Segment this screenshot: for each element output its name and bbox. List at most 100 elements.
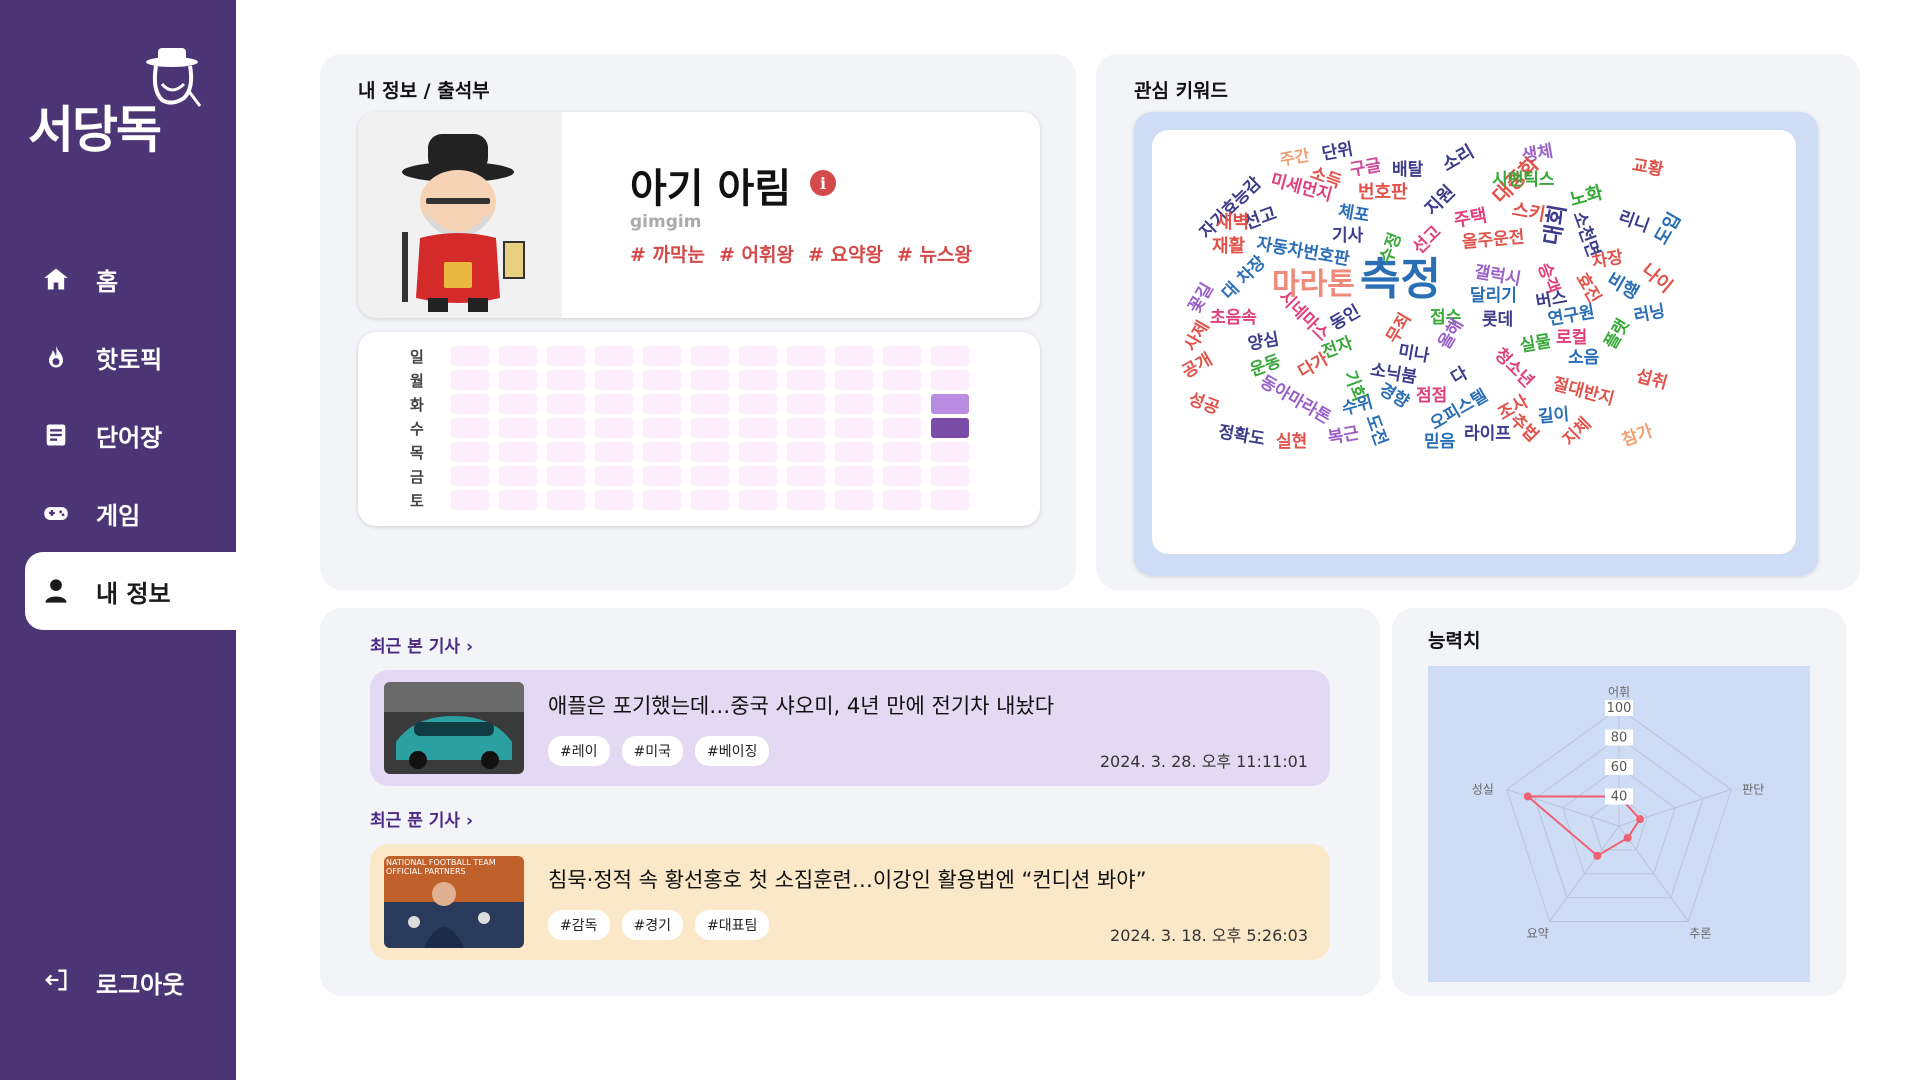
attendance-cell bbox=[787, 418, 825, 438]
attendance-cell bbox=[787, 490, 825, 510]
keyword-word: 교황 bbox=[1630, 155, 1665, 181]
radar-chart-svg: 40 60 80 100 어휘판단추론 요약 성실 bbox=[1472, 685, 1765, 940]
article-tag[interactable]: #경기 bbox=[621, 910, 683, 940]
profile-summary: 아기 아림 i gimgim # 까막눈 # 어휘왕 # 요약왕 # 뉴스왕 bbox=[358, 112, 1040, 318]
keyword-word: 초음속 bbox=[1210, 308, 1257, 328]
attendance-cell bbox=[691, 466, 729, 486]
keyword-word: 주간 bbox=[1278, 145, 1311, 170]
recent-viewed-link[interactable]: 최근 본 기사 › bbox=[370, 632, 473, 657]
article-tag[interactable]: #베이징 bbox=[695, 736, 770, 766]
keyword-word: 다가 bbox=[1294, 349, 1332, 383]
keyword-word: 미나 bbox=[1396, 341, 1431, 367]
weekday-label: 목 bbox=[410, 443, 424, 462]
word-cloud: 측정 마라톤 자기효능감 주간 단위 소득 구글 배탈 소리 생체 대중화 시맨틱스 교황 미세먼지 번호판… bbox=[1152, 130, 1796, 554]
sidebar-item-home[interactable]: 홈 bbox=[0, 240, 236, 318]
attendance-cell bbox=[595, 370, 633, 390]
scholar-avatar-icon bbox=[402, 134, 525, 312]
attendance-cell bbox=[835, 418, 873, 438]
attendance-cell bbox=[787, 442, 825, 462]
article-tag[interactable]: #감독 bbox=[548, 910, 610, 940]
attendance-cell bbox=[499, 370, 537, 390]
gamepad-icon bbox=[42, 499, 70, 527]
recent-solved-link[interactable]: 최근 푼 기사 › bbox=[370, 806, 473, 831]
notebook-icon bbox=[42, 421, 70, 449]
attendance-cell bbox=[595, 490, 633, 510]
attendance-cell bbox=[499, 442, 537, 462]
sidebar-item-label: 게임 bbox=[96, 501, 141, 530]
attendance-cell bbox=[499, 418, 537, 438]
article-title: 애플은 포기했는데…중국 샤오미, 4년 만에 전기차 내놨다 bbox=[548, 694, 1055, 718]
home-icon bbox=[42, 265, 70, 293]
keyword-word: 노화 bbox=[1567, 182, 1606, 211]
chevron-right-icon: › bbox=[465, 637, 473, 657]
user-id: gimgim bbox=[630, 212, 702, 232]
radar-tick-label: 100 bbox=[1607, 701, 1632, 716]
keyword-word: 실물 bbox=[1518, 331, 1553, 357]
keyword-word: 다 bbox=[1447, 363, 1472, 389]
attendance-cell bbox=[547, 490, 585, 510]
weekday-label: 일 bbox=[410, 347, 424, 366]
radar-spoke bbox=[1506, 789, 1620, 827]
keyword-word: 양심 bbox=[1246, 329, 1281, 355]
keyword-card-title: 관심 키워드 bbox=[1134, 80, 1229, 102]
thumbnail-caption: NATIONAL FOOTBALL TEAM OFFICIAL PARTNERS bbox=[386, 858, 496, 876]
attendance-cell bbox=[691, 346, 729, 366]
keyword-card: 관심 키워드 측정 마라톤 자기효능감 주간 단위 소득 구글 배탈 소리 생체 대중화 시맨틱스 교황… bbox=[1096, 54, 1860, 590]
recent-solved-article[interactable]: NATIONAL FOOTBALL TEAM OFFICIAL PARTNERS… bbox=[370, 844, 1330, 960]
sidebar-item-my-info[interactable]: 내 정보 bbox=[25, 552, 236, 630]
keyword-word: 올주운전 bbox=[1461, 227, 1526, 253]
sidebar: 서당독 홈 핫토픽 단어장 게임 내 정보 로그아웃 bbox=[0, 0, 236, 1080]
keyword-word: 스키 bbox=[1510, 199, 1547, 226]
attendance-cell bbox=[451, 490, 489, 510]
keyword-word: 소음 bbox=[1568, 348, 1600, 368]
ability-card-title: 능력치 bbox=[1428, 630, 1481, 652]
keyword-word: 공개 bbox=[1178, 349, 1216, 383]
attendance-cell bbox=[595, 394, 633, 414]
logo[interactable]: 서당독 bbox=[28, 44, 208, 159]
sidebar-item-game[interactable]: 게임 bbox=[0, 474, 236, 552]
weekday-label: 화 bbox=[410, 395, 424, 414]
attendance-cell bbox=[595, 466, 633, 486]
keyword-word: 연구원 bbox=[1546, 302, 1597, 330]
title-tag: # 요약왕 bbox=[807, 244, 883, 266]
weekday-label: 월 bbox=[410, 371, 424, 390]
attendance-cell bbox=[643, 346, 681, 366]
recent-viewed-article[interactable]: 애플은 포기했는데…중국 샤오미, 4년 만에 전기차 내놨다 #레이 #미국 … bbox=[370, 670, 1330, 786]
radar-point bbox=[1523, 792, 1532, 801]
attendance-grid bbox=[451, 346, 969, 510]
keyword-word: 믿음 bbox=[1424, 432, 1456, 452]
sidebar-item-label: 단어장 bbox=[96, 423, 163, 452]
attendance-cell bbox=[595, 346, 633, 366]
attendance-cell bbox=[547, 346, 585, 366]
article-tag[interactable]: #레이 bbox=[548, 736, 610, 766]
logout-button[interactable]: 로그아웃 bbox=[42, 965, 184, 1000]
attendance-cell bbox=[931, 418, 969, 438]
attendance-cell bbox=[739, 418, 777, 438]
word-cloud-frame: 측정 마라톤 자기효능감 주간 단위 소득 구글 배탈 소리 생체 대중화 시맨틱스 교황 미세먼지 번호판… bbox=[1134, 112, 1818, 576]
attendance-cell bbox=[691, 490, 729, 510]
sidebar-item-hot-topic[interactable]: 핫토픽 bbox=[0, 318, 236, 396]
sidebar-item-label: 내 정보 bbox=[96, 579, 171, 608]
attendance-cell bbox=[691, 370, 729, 390]
keyword-word: 성공 bbox=[1185, 389, 1222, 419]
logout-label: 로그아웃 bbox=[96, 971, 185, 999]
title-tag: # 뉴스왕 bbox=[896, 244, 972, 266]
keyword-word: 도전 bbox=[1361, 412, 1391, 449]
keyword-word: 실현 bbox=[1276, 432, 1308, 452]
keyword-word: 비행 bbox=[1603, 269, 1643, 304]
article-tag[interactable]: #미국 bbox=[621, 736, 683, 766]
attendance-cell bbox=[835, 490, 873, 510]
attendance-cell bbox=[547, 466, 585, 486]
attendance-cell bbox=[835, 466, 873, 486]
attendance-cell bbox=[883, 418, 921, 438]
keyword-word: 선고 bbox=[1409, 222, 1446, 259]
article-tag[interactable]: #대표팀 bbox=[695, 910, 770, 940]
attendance-cell bbox=[739, 394, 777, 414]
keyword-word: 소리 bbox=[1438, 141, 1478, 176]
attendance-cell bbox=[451, 442, 489, 462]
attendance-cell bbox=[787, 370, 825, 390]
radar-axis-label: 추론 bbox=[1689, 926, 1711, 940]
info-icon[interactable]: i bbox=[810, 170, 836, 196]
sidebar-item-vocabulary[interactable]: 단어장 bbox=[0, 396, 236, 474]
logo-text: 서당독 bbox=[28, 100, 162, 159]
